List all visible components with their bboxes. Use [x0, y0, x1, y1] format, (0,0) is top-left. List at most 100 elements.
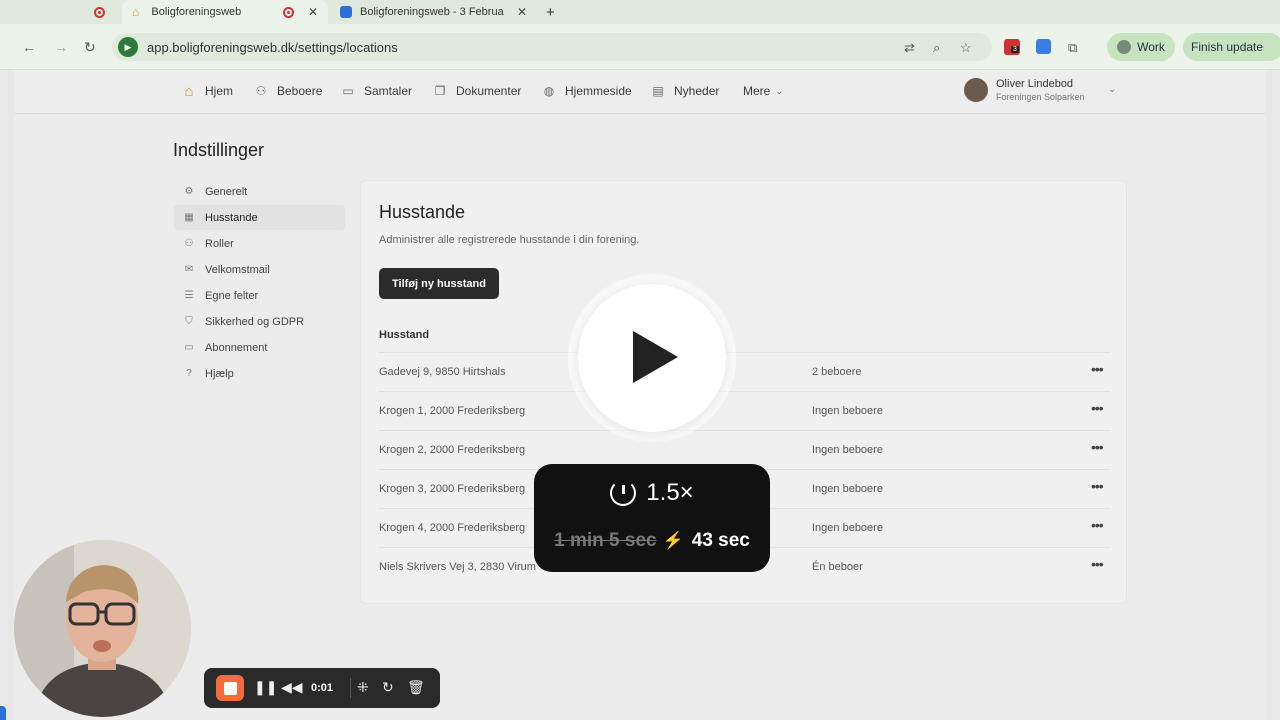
chevron-down-icon: ⌄ — [775, 85, 783, 96]
documents-icon: ❐ — [434, 84, 446, 98]
nav-item-mere[interactable]: Mere ⌄ — [743, 84, 783, 98]
globe-icon: ◍ — [543, 84, 555, 98]
sidebar-item-husstande[interactable]: ▦ Husstande — [174, 205, 345, 230]
table-row[interactable]: Gadevej 9, 9850 Hirtshals 2 beboere ••• — [379, 352, 1110, 391]
close-tab-icon[interactable]: ✕ — [308, 5, 318, 19]
page-title: Indstillinger — [173, 140, 265, 160]
tab-label: Boligforeningsweb — [151, 6, 242, 18]
nav-label: Hjem — [205, 84, 234, 98]
add-household-button[interactable]: Tilføj ny husstand — [379, 268, 499, 299]
nav-item-beboere[interactable]: ⚇ Beboere — [254, 84, 323, 98]
household-residents: Én beboer — [812, 561, 863, 573]
tab-boligforeningsweb-feb[interactable]: Boligforeningsweb - 3 Februa ✕ — [336, 0, 531, 24]
mail-icon: ✉ — [184, 264, 194, 275]
extension-icon[interactable]: 3 — [1004, 39, 1020, 55]
nav-item-hjem[interactable]: ⌂ Hjem — [182, 82, 234, 100]
translate-icon[interactable]: ⇄ — [904, 40, 915, 56]
row-menu-icon[interactable]: ••• — [1091, 517, 1104, 533]
sidebar-item-generelt[interactable]: ⚙ Generelt — [174, 179, 345, 204]
tab-boligforeningsweb[interactable]: ⌂ Boligforeningsweb ✕ — [122, 0, 328, 24]
news-icon: ▤ — [652, 84, 664, 98]
pause-icon[interactable]: ❚❚ — [254, 679, 277, 696]
sidebar-item-label: Husstande — [205, 211, 258, 224]
stop-recording-button[interactable] — [216, 675, 244, 701]
row-menu-icon[interactable]: ••• — [1091, 478, 1104, 494]
zoom-icon[interactable]: ⌕ — [933, 40, 940, 56]
row-menu-icon[interactable]: ••• — [1091, 400, 1104, 416]
household-address: Krogen 2, 2000 Frederiksberg — [379, 444, 526, 456]
household-residents: Ingen beboere — [812, 444, 883, 456]
sidebar-item-label: Abonnement — [205, 341, 268, 354]
building-icon: ▦ — [184, 212, 194, 223]
nav-item-dokumenter[interactable]: ❐ Dokumenter — [433, 84, 522, 98]
side-handle[interactable] — [0, 706, 6, 720]
roles-icon: ⚇ — [184, 238, 194, 249]
forward-icon[interactable]: → — [54, 39, 68, 55]
card-icon: ▭ — [184, 342, 194, 353]
home-icon: ⌂ — [184, 82, 194, 100]
household-address: Krogen 3, 2000 Frederiksberg — [379, 483, 526, 495]
household-residents: Ingen beboere — [812, 483, 883, 495]
row-menu-icon[interactable]: ••• — [1091, 439, 1104, 455]
household-address: Krogen 1, 2000 Frederiksberg — [379, 405, 526, 417]
finish-update-button[interactable]: Finish update — [1183, 33, 1280, 61]
playback-speed-badge: 1.5× 1 min 5 sec ⚡ 43 sec — [534, 464, 770, 572]
sidebar-item-velkomstmail[interactable]: ✉ Velkomstmail — [174, 257, 345, 282]
chevron-down-icon[interactable]: ⌄ — [1108, 84, 1116, 95]
rewind-icon[interactable]: ◀◀ — [281, 679, 303, 696]
recording-tab[interactable] — [94, 0, 116, 24]
household-residents: Ingen beboere — [812, 405, 883, 417]
fields-icon: ☰ — [184, 290, 194, 301]
extensions-puzzle-icon[interactable]: ⧉ — [1068, 40, 1077, 56]
sidebar-item-label: Velkomstmail — [205, 263, 270, 276]
address-bar[interactable]: ▶ app.boligforeningsweb.dk/settings/loca… — [112, 33, 992, 61]
nav-label: Nyheder — [674, 84, 720, 98]
restart-icon[interactable]: ↻ — [382, 679, 394, 696]
profile-button[interactable]: Work — [1107, 33, 1175, 61]
profile-avatar — [1117, 40, 1132, 54]
browser-toolbar: ← → ↻ ▶ app.boligforeningsweb.dk/setting… — [0, 24, 1280, 70]
recording-icon — [283, 6, 294, 18]
reload-icon[interactable]: ↻ — [84, 39, 96, 56]
row-menu-icon[interactable]: ••• — [1091, 361, 1104, 377]
nav-item-nyheder[interactable]: ▤ Nyheder — [651, 84, 719, 98]
row-menu-icon[interactable]: ••• — [1091, 556, 1104, 572]
browser-tab-bar: ⌂ Boligforeningsweb ✕ Boligforeningsweb … — [0, 0, 1280, 24]
extension-icon[interactable] — [1036, 39, 1051, 54]
nav-label: Samtaler — [364, 84, 413, 98]
recording-timer: 0:01 — [311, 682, 334, 694]
app-favicon-icon — [340, 6, 352, 18]
site-info-icon[interactable]: ▶ — [118, 37, 138, 57]
sidebar-item-egne-felter[interactable]: ☰ Egne felter — [174, 283, 345, 308]
close-tab-icon[interactable]: ✕ — [517, 5, 527, 19]
household-residents: 2 beboere — [812, 366, 862, 378]
user-name: Oliver Lindebod — [996, 78, 1074, 90]
extension-badge: 3 — [1011, 46, 1019, 53]
nav-item-hjemmeside[interactable]: ◍ Hjemmeside — [542, 84, 632, 98]
new-tab-button[interactable]: + — [546, 0, 555, 24]
table-row[interactable]: Krogen 1, 2000 Frederiksberg Ingen beboe… — [379, 391, 1110, 430]
nav-label: Beboere — [277, 84, 323, 98]
household-address: Gadevej 9, 9850 Hirtshals — [379, 366, 506, 378]
speed-gauge-icon — [610, 480, 637, 506]
shield-icon: ⛉ — [185, 316, 193, 327]
sidebar-item-hjaelp[interactable]: ? Hjælp — [174, 361, 345, 386]
section-title: Husstande — [379, 202, 466, 222]
section-subtitle: Administrer alle registrerede husstande … — [379, 234, 640, 246]
user-org: Foreningen Solparken — [996, 92, 1085, 102]
sidebar-item-sikkerhed[interactable]: ⛉ Sikkerhed og GDPR — [174, 309, 345, 334]
nav-item-samtaler[interactable]: ▭ Samtaler — [341, 84, 412, 98]
sidebar-item-abonnement[interactable]: ▭ Abonnement — [174, 335, 345, 360]
trash-icon[interactable]: 🗑 — [407, 679, 425, 696]
new-duration: 43 sec — [691, 530, 750, 551]
user-menu[interactable]: Oliver Lindebod Foreningen Solparken — [964, 78, 1085, 102]
sidebar-item-roller[interactable]: ⚇ Roller — [174, 231, 345, 256]
sidebar-item-label: Sikkerhed og GDPR — [205, 315, 305, 328]
back-icon[interactable]: ← — [22, 39, 36, 55]
bookmark-star-icon[interactable]: ☆ — [960, 40, 972, 56]
nav-label: Dokumenter — [456, 84, 522, 98]
webcam-bubble[interactable] — [14, 540, 191, 717]
grid-icon[interactable]: ⁜ — [357, 679, 369, 696]
household-address: Niels Skrivers Vej 3, 2830 Virum — [379, 561, 536, 573]
house-favicon-icon: ⌂ — [132, 5, 140, 19]
